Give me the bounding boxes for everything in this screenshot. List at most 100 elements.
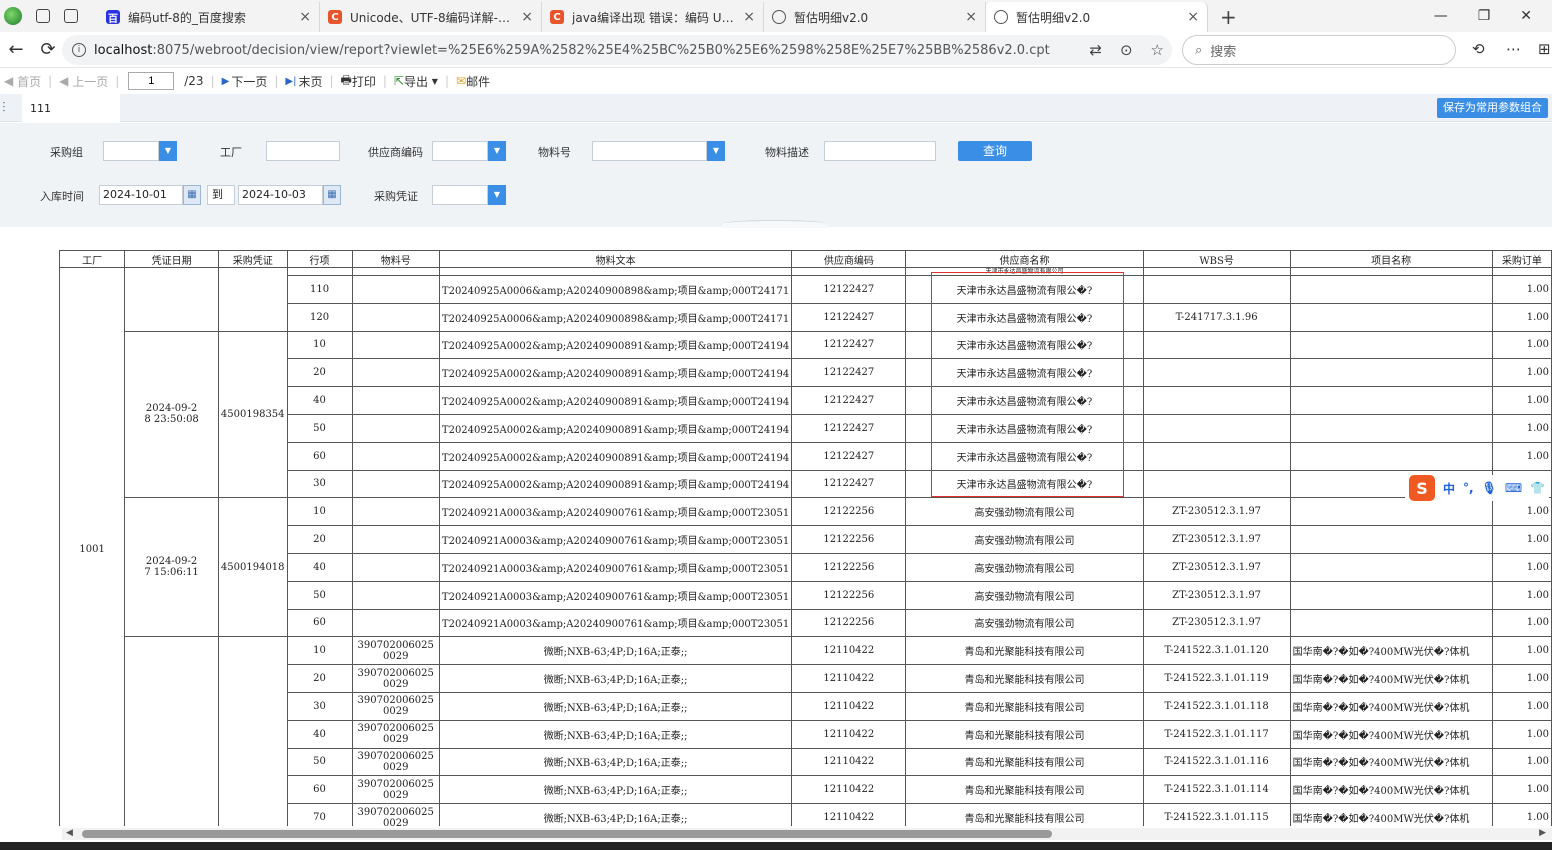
close-window-icon[interactable]: ✕ — [1520, 8, 1532, 24]
print-button[interactable]: 🖶 打印 — [337, 71, 380, 92]
param-tab[interactable]: 111 — [22, 94, 120, 122]
material-text-cell: T20240925A0002&amp;A20240900891&amp;项目&a… — [438, 330, 793, 360]
reload-icon[interactable]: ⟳ — [32, 39, 64, 60]
table-row: 2024-09-28 23:50:08 4500198354 10 T20240925… — [60, 330, 1552, 499]
more-options-icon[interactable]: ⊙ — [1120, 41, 1133, 59]
material-no-cell: 3907020060250029 — [351, 775, 440, 805]
restore-icon[interactable]: ❐ — [1478, 8, 1491, 24]
skin-shirt-icon[interactable]: 👕 — [1530, 481, 1545, 495]
supplier-name-cell: 高安强劲物流有限公司 — [905, 497, 1144, 527]
tab-actions-icon[interactable] — [64, 9, 78, 23]
query-button[interactable]: 查询 — [958, 141, 1032, 161]
scroll-right-icon[interactable]: ▶ — [1539, 828, 1546, 838]
last-page-label: 末页 — [298, 74, 323, 89]
item-cell: 40 — [286, 719, 353, 749]
url-field[interactable]: i localhost:8075/webroot/decision/view/r… — [62, 35, 1172, 65]
factory-input[interactable] — [266, 141, 340, 161]
chevron-down-icon[interactable]: ▼ — [707, 141, 725, 161]
minimize-icon[interactable]: — — [1434, 8, 1448, 24]
supplier-code-cell: 12110422 — [791, 803, 907, 826]
calendar-icon[interactable]: ▦ — [323, 185, 341, 205]
menu-dots-icon[interactable]: ⋯ — [1506, 40, 1521, 58]
microphone-icon[interactable]: 🎙 — [1482, 481, 1497, 495]
table-cell: 天津市永达昌盛物流有限公司 — [905, 267, 1144, 276]
material-text-cell: 微断;NXB-63;4P;D;16A;正泰;; — [438, 719, 793, 749]
favorite-star-icon[interactable]: ☆ — [1151, 41, 1164, 59]
close-tab-icon[interactable]: × — [743, 9, 755, 25]
project-name-cell — [1289, 552, 1493, 582]
supplier-code-cell: 12110422 — [791, 636, 907, 666]
purchase-doc-select[interactable] — [432, 185, 488, 205]
browser-tab-3[interactable]: C java编译出现 错误：编码 UTF-8 的 × — [542, 2, 764, 32]
keyboard-icon[interactable]: ⌨ — [1505, 481, 1522, 495]
material-text-cell: T20240925A0006&amp;A20240900898&amp;项目&a… — [438, 275, 793, 304]
chevron-down-icon[interactable]: ▼ — [488, 185, 506, 205]
next-page-button[interactable]: ▶ 下一页 — [218, 73, 272, 90]
material-no-cell — [351, 608, 440, 638]
first-page-button[interactable]: ◀ 首页 — [0, 73, 45, 90]
material-text-cell: 微断;NXB-63;4P;D;16A;正泰;; — [438, 803, 793, 826]
calendar-icon[interactable]: ▦ — [183, 185, 201, 205]
purchase-group-select[interactable] — [103, 141, 159, 161]
translate-icon[interactable]: ⇄ — [1089, 41, 1102, 59]
ime-punct-toggle[interactable]: °, — [1463, 481, 1474, 495]
export-button[interactable]: ⇱ 导出 ▼ — [390, 73, 442, 90]
supplier-name-cell: 天津市永达昌盛物流有限公�? — [905, 469, 1144, 499]
table-header-row: 工厂 凭证日期 采购凭证 行项 物料号 物料文本 供应商编码 供应商名称 WBS… — [58, 250, 1552, 268]
save-param-combo-button[interactable]: 保存为常用参数组合 — [1437, 98, 1548, 118]
project-name-cell: 国华南�?�如�?400MW光伏�?体机 — [1289, 775, 1493, 805]
mail-button[interactable]: ✉ 邮件 — [452, 73, 494, 90]
col-header: WBS号 — [1142, 250, 1291, 268]
sidebar-toggle-icon[interactable]: ⊞ — [1538, 40, 1551, 58]
sliders-icon[interactable]: ⫶ — [2, 100, 6, 116]
browser-tab-5-active[interactable]: 暂估明细v2.0 × — [986, 2, 1208, 32]
close-tab-icon[interactable]: × — [521, 9, 533, 25]
new-tab-icon[interactable]: + — [1208, 2, 1249, 32]
prev-page-button[interactable]: ◀ 上一页 — [55, 73, 112, 90]
workspaces-icon[interactable] — [36, 9, 50, 23]
browser-tab-2[interactable]: C Unicode、UTF-8编码详解-CSDN博 × — [320, 2, 542, 32]
browser-search-input[interactable]: ⌕ 搜索 — [1182, 35, 1456, 65]
browser-tab-4[interactable]: 暂估明细v2.0 × — [764, 2, 986, 32]
material-text-cell: T20240925A0002&amp;A20240900891&amp;项目&a… — [438, 386, 793, 415]
item-cell: 50 — [286, 413, 353, 443]
history-icon[interactable]: ⟲ — [1472, 40, 1485, 58]
wbs-cell — [1142, 441, 1291, 471]
supplier-code-select[interactable] — [432, 141, 488, 161]
chevron-down-icon[interactable]: ▼ — [159, 141, 177, 161]
browser-tab-1[interactable]: 百 编码utf-8的_百度搜索 × — [98, 2, 320, 32]
collapse-param-handle[interactable] — [722, 220, 828, 228]
date-range-to-label: 到 — [207, 185, 235, 205]
po-qty-cell: 1.00 — [1491, 330, 1552, 360]
material-desc-input[interactable] — [824, 141, 936, 161]
baidu-favicon-icon: 百 — [106, 10, 120, 25]
scroll-left-icon[interactable]: ◀ — [66, 828, 73, 838]
close-tab-icon[interactable]: × — [965, 9, 977, 25]
scrollbar-thumb[interactable] — [82, 830, 1052, 838]
material-text-cell: T20240925A0002&amp;A20240900891&amp;项目&a… — [438, 358, 793, 388]
wbs-cell — [1142, 386, 1291, 415]
page-number-input[interactable] — [128, 72, 175, 90]
ime-lang-toggle[interactable]: 中 — [1443, 480, 1455, 497]
toolbar-divider: | — [382, 74, 387, 88]
back-icon[interactable]: ← — [0, 39, 32, 60]
supplier-name-cell: 天津市永达昌盛物流有限公�? — [905, 413, 1144, 443]
date-from-input[interactable]: 2024-10-01 — [99, 185, 183, 205]
close-tab-icon[interactable]: × — [1187, 9, 1199, 25]
doc-no-cell: 4500198354 — [217, 330, 288, 499]
supplier-name-cell: 青岛和光聚能科技有限公司 — [905, 636, 1144, 666]
chevron-down-icon[interactable]: ▼ — [488, 141, 506, 161]
supplier-code-label: 供应商编码 — [368, 146, 423, 159]
site-info-icon[interactable]: i — [72, 43, 86, 57]
ime-toolbar[interactable]: S 中 °, 🎙 ⌨ 👕 — [1405, 475, 1550, 501]
date-to-input[interactable]: 2024-10-03 — [238, 185, 323, 205]
last-page-button[interactable]: ▶| 末页 — [281, 73, 326, 90]
item-cell: 30 — [286, 691, 353, 721]
supplier-name-cell: 天津市永达昌盛物流有限公�? — [905, 275, 1144, 304]
horizontal-scrollbar[interactable]: ◀ ▶ — [62, 828, 1552, 840]
supplier-name-cell: 青岛和光聚能科技有限公司 — [905, 691, 1144, 721]
prev-page-icon: ◀ — [59, 74, 69, 88]
close-tab-icon[interactable]: × — [299, 9, 311, 25]
material-no-select[interactable] — [592, 141, 707, 161]
tab-title: java编译出现 错误：编码 UTF-8 的 — [572, 10, 737, 25]
